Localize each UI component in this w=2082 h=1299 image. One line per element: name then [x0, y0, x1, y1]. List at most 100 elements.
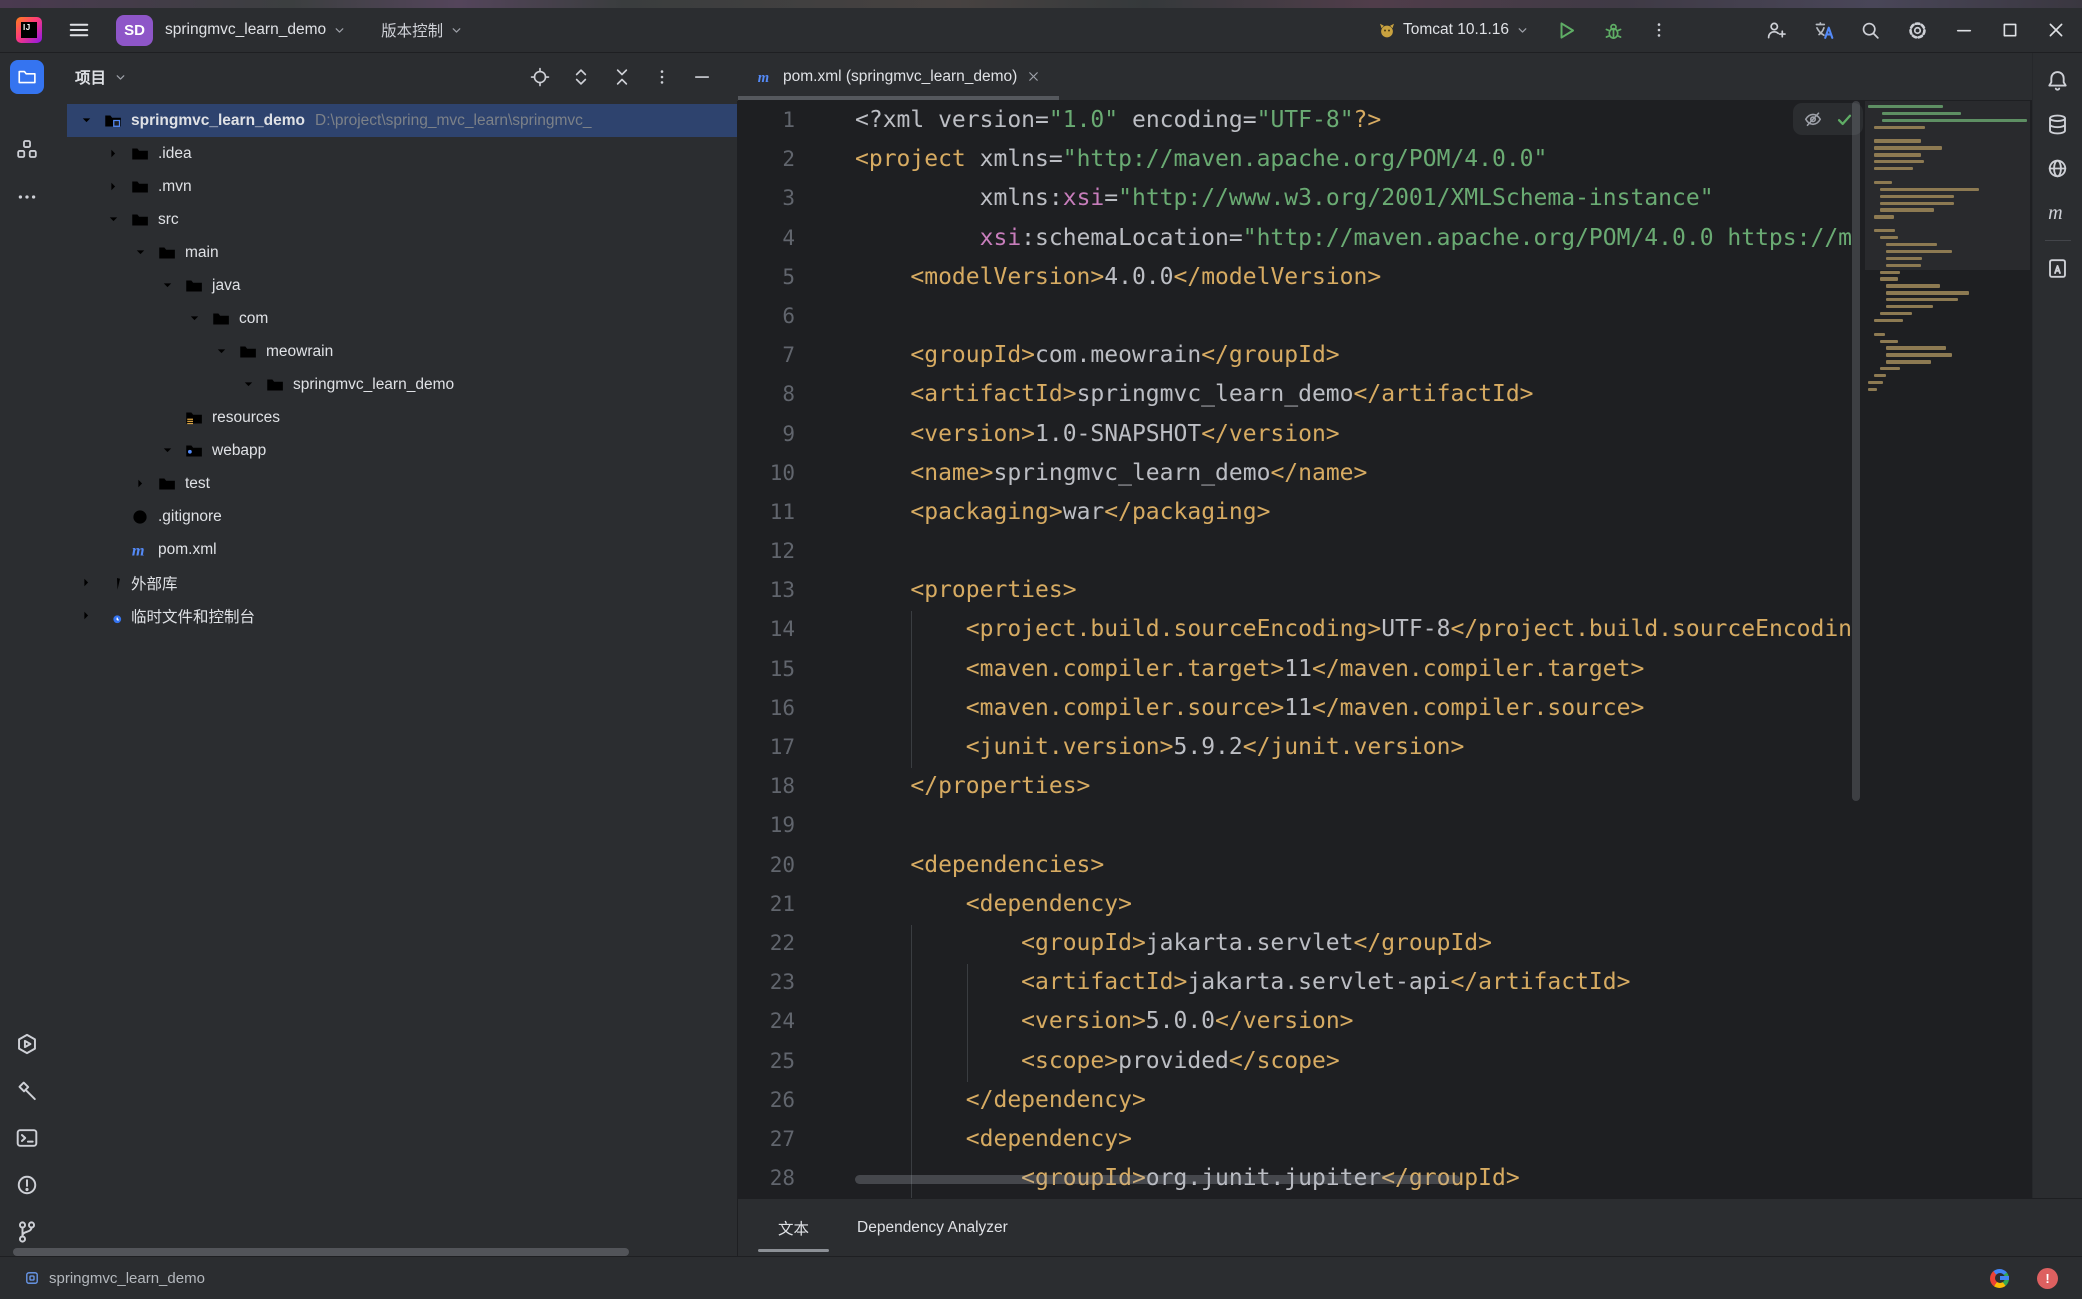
line-number[interactable]: 4 [738, 219, 795, 258]
line-number[interactable]: 28 [738, 1159, 795, 1198]
code-line-8[interactable]: 8 <artifactId>springmvc_learn_demo</arti… [738, 375, 1852, 414]
bottom-tab-dependency-analyzer[interactable]: Dependency Analyzer [855, 1199, 1010, 1256]
window-maximize-button[interactable] [2000, 20, 2020, 40]
line-number[interactable]: 26 [738, 1081, 795, 1120]
code-line-25[interactable]: 25 <scope>provided</scope> [738, 1042, 1852, 1081]
maven-tool-window-icon[interactable]: m [2046, 201, 2069, 224]
code-line-10[interactable]: 10 <name>springmvc_learn_demo</name> [738, 454, 1852, 493]
chevron-down-icon[interactable] [158, 441, 177, 460]
chevron-down-icon[interactable] [131, 243, 150, 262]
settings-gear-icon[interactable] [1907, 20, 1928, 41]
line-number[interactable]: 2 [738, 140, 795, 179]
project-tool-window-button[interactable] [10, 60, 44, 94]
project-avatar-badge[interactable]: SD [116, 15, 153, 46]
code-editor[interactable]: 1<?xml version="1.0" encoding="UTF-8"?>2… [738, 101, 2032, 1198]
status-project-widget[interactable]: springmvc_learn_demo [24, 1270, 205, 1287]
terminal-icon[interactable] [15, 1126, 39, 1150]
project-selector[interactable]: springmvc_learn_demo [165, 21, 347, 39]
chevron-down-icon[interactable] [113, 70, 128, 85]
code-line-11[interactable]: 11 <packaging>war</packaging> [738, 493, 1852, 532]
chevron-down-icon[interactable] [77, 111, 96, 130]
code-line-6[interactable]: 6 [738, 297, 1852, 336]
code-line-18[interactable]: 18 </properties> [738, 767, 1852, 806]
line-number[interactable]: 1 [738, 101, 795, 140]
expand-all-icon[interactable] [571, 67, 591, 87]
line-number[interactable]: 16 [738, 689, 795, 728]
code-line-24[interactable]: 24 <version>5.0.0</version> [738, 1002, 1852, 1041]
google-translate-engine-icon[interactable] [1990, 1269, 2009, 1288]
code-line-2[interactable]: 2<project xmlns="http://maven.apache.org… [738, 140, 1852, 179]
chevron-down-icon[interactable] [158, 276, 177, 295]
window-close-button[interactable] [2046, 20, 2066, 40]
code-line-20[interactable]: 20 <dependencies> [738, 846, 1852, 885]
tree-item-meowrain[interactable]: meowrain [53, 335, 737, 368]
translate-icon[interactable] [1813, 20, 1834, 41]
locate-file-icon[interactable] [530, 67, 550, 87]
code-line-3[interactable]: 3 xmlns:xsi="http://www.w3.org/2001/XMLS… [738, 179, 1852, 218]
notifications-bell-icon[interactable] [2046, 69, 2069, 92]
tree-item-resources[interactable]: resources [53, 401, 737, 434]
panel-options-kebab-icon[interactable] [653, 68, 671, 86]
tree-item--[interactable]: 临时文件和控制台 [53, 599, 737, 632]
code-line-13[interactable]: 13 <properties> [738, 571, 1852, 610]
chevron-right-icon[interactable] [131, 474, 150, 493]
editor-vertical-scrollbar[interactable] [1852, 101, 1860, 801]
tree-item-main[interactable]: main [53, 236, 737, 269]
chevron-right-icon[interactable] [77, 606, 96, 625]
tree-item-pom.xml[interactable]: mpom.xml [53, 533, 737, 566]
line-number[interactable]: 14 [738, 610, 795, 649]
editor-tab-pom-xml[interactable]: m pom.xml (springmvc_learn_demo) [738, 53, 1059, 100]
line-number[interactable]: 5 [738, 258, 795, 297]
vcs-menu[interactable]: 版本控制 [381, 19, 464, 41]
line-number[interactable]: 12 [738, 532, 795, 571]
line-number[interactable]: 10 [738, 454, 795, 493]
tree-item-java[interactable]: java [53, 269, 737, 302]
tree-item-.idea[interactable]: .idea [53, 137, 737, 170]
chevron-right-icon[interactable] [77, 573, 96, 592]
web-globe-icon[interactable] [2046, 157, 2069, 180]
line-number[interactable]: 11 [738, 493, 795, 532]
line-number[interactable]: 27 [738, 1120, 795, 1159]
tree-item-.gitignore[interactable]: .gitignore [53, 500, 737, 533]
line-number[interactable]: 24 [738, 1002, 795, 1041]
run-configuration-selector[interactable]: Tomcat 10.1.16 [1377, 20, 1530, 40]
chevron-down-icon[interactable] [185, 309, 204, 328]
line-number[interactable]: 9 [738, 415, 795, 454]
code-line-19[interactable]: 19 [738, 806, 1852, 845]
build-hammer-icon[interactable] [15, 1079, 39, 1103]
tree-item--[interactable]: 外部库 [53, 566, 737, 599]
code-line-9[interactable]: 9 <version>1.0-SNAPSHOT</version> [738, 415, 1852, 454]
chevron-down-icon[interactable] [104, 210, 123, 229]
tree-item-test[interactable]: test [53, 467, 737, 500]
eye-off-highlighting-icon[interactable] [1803, 109, 1823, 129]
chevron-right-icon[interactable] [104, 144, 123, 163]
line-number[interactable]: 19 [738, 806, 795, 845]
line-number[interactable]: 8 [738, 375, 795, 414]
code-line-5[interactable]: 5 <modelVersion>4.0.0</modelVersion> [738, 258, 1852, 297]
code-line-26[interactable]: 26 </dependency> [738, 1081, 1852, 1120]
database-icon[interactable] [2046, 113, 2069, 136]
close-tab-icon[interactable] [1026, 69, 1041, 84]
collapse-all-icon[interactable] [612, 67, 632, 87]
project-panel-horizontal-scrollbar[interactable] [13, 1248, 629, 1256]
more-tool-windows-icon[interactable] [16, 186, 38, 208]
bottom-tab-文本[interactable]: 文本 [776, 1199, 811, 1256]
tree-item-springmvc_learn_demo[interactable]: springmvc_learn_demoD:\project\spring_mv… [53, 104, 737, 137]
code-line-16[interactable]: 16 <maven.compiler.source>11</maven.comp… [738, 689, 1852, 728]
code-line-23[interactable]: 23 <artifactId>jakarta.servlet-api</arti… [738, 963, 1852, 1002]
line-number[interactable]: 17 [738, 728, 795, 767]
code-line-17[interactable]: 17 <junit.version>5.9.2</junit.version> [738, 728, 1852, 767]
main-menu-hamburger-icon[interactable] [68, 19, 90, 41]
line-number[interactable]: 20 [738, 846, 795, 885]
version-control-branch-icon[interactable] [15, 1220, 39, 1244]
more-actions-kebab-icon[interactable] [1650, 21, 1668, 39]
line-number[interactable]: 21 [738, 885, 795, 924]
run-button[interactable] [1556, 20, 1577, 41]
project-panel-title[interactable]: 项目 [75, 66, 106, 88]
chevron-right-icon[interactable] [104, 177, 123, 196]
line-number[interactable]: 13 [738, 571, 795, 610]
code-minimap[interactable] [1865, 101, 2030, 1198]
code-line-15[interactable]: 15 <maven.compiler.target>11</maven.comp… [738, 650, 1852, 689]
line-number[interactable]: 25 [738, 1042, 795, 1081]
line-number[interactable]: 3 [738, 179, 795, 218]
